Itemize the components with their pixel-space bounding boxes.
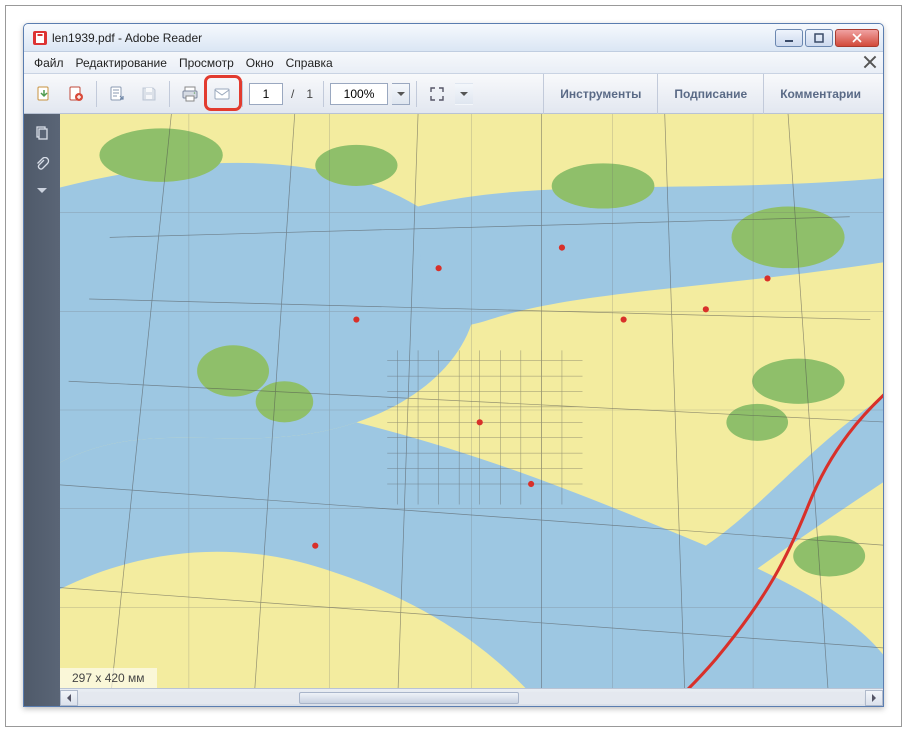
print-button[interactable]: [176, 80, 204, 108]
nav-expand-icon[interactable]: [37, 188, 47, 193]
panel-tab-comments[interactable]: Комментарии: [763, 74, 877, 114]
menu-help[interactable]: Справка: [280, 54, 339, 72]
menu-file[interactable]: Файл: [28, 54, 70, 72]
menu-view[interactable]: Просмотр: [173, 54, 240, 72]
minimize-button[interactable]: [775, 29, 803, 47]
navigation-panel: [24, 114, 60, 706]
email-button[interactable]: [208, 80, 236, 108]
scroll-thumb[interactable]: [299, 692, 519, 704]
fit-window-button[interactable]: [423, 80, 451, 108]
zoom-value[interactable]: 100%: [330, 83, 388, 105]
horizontal-scrollbar[interactable]: [60, 688, 883, 706]
toolbar: / 1 100% Инструменты Подписание Коммента…: [24, 74, 883, 114]
close-button[interactable]: [835, 29, 879, 47]
menubar-close-doc-icon[interactable]: [863, 55, 877, 69]
menu-bar: Файл Редактирование Просмотр Окно Справк…: [24, 52, 883, 74]
create-pdf-button[interactable]: [62, 80, 90, 108]
menu-window[interactable]: Окно: [240, 54, 280, 72]
zoom-text: 100%: [344, 87, 375, 101]
export-pdf-button[interactable]: [30, 80, 58, 108]
menu-edit[interactable]: Редактирование: [70, 54, 173, 72]
nav-attachments-button[interactable]: [29, 152, 55, 178]
scroll-right-button[interactable]: [865, 690, 883, 706]
content-area: 297 x 420 мм: [24, 114, 883, 706]
app-window: len1939.pdf - Adobe Reader Файл Редактир…: [23, 23, 884, 707]
window-title: len1939.pdf - Adobe Reader: [52, 31, 202, 45]
desktop-background: len1939.pdf - Adobe Reader Файл Редактир…: [5, 5, 902, 727]
title-bar[interactable]: len1939.pdf - Adobe Reader: [24, 24, 883, 52]
maximize-button[interactable]: [805, 29, 833, 47]
nav-thumbnails-button[interactable]: [29, 120, 55, 146]
page-total: 1: [302, 87, 317, 101]
page-number-input[interactable]: [249, 83, 283, 105]
map-page: [60, 114, 883, 706]
view-options-dropdown[interactable]: [455, 83, 473, 105]
scroll-left-button[interactable]: [60, 690, 78, 706]
app-icon: [32, 30, 48, 46]
scroll-track[interactable]: [79, 692, 864, 704]
save-button[interactable]: [135, 80, 163, 108]
panel-tab-sign[interactable]: Подписание: [657, 74, 763, 114]
zoom-dropdown[interactable]: [392, 83, 410, 105]
page-separator: /: [287, 87, 298, 101]
panel-tab-tools[interactable]: Инструменты: [543, 74, 657, 114]
document-viewer[interactable]: 297 x 420 мм: [60, 114, 883, 706]
open-button[interactable]: [103, 80, 131, 108]
